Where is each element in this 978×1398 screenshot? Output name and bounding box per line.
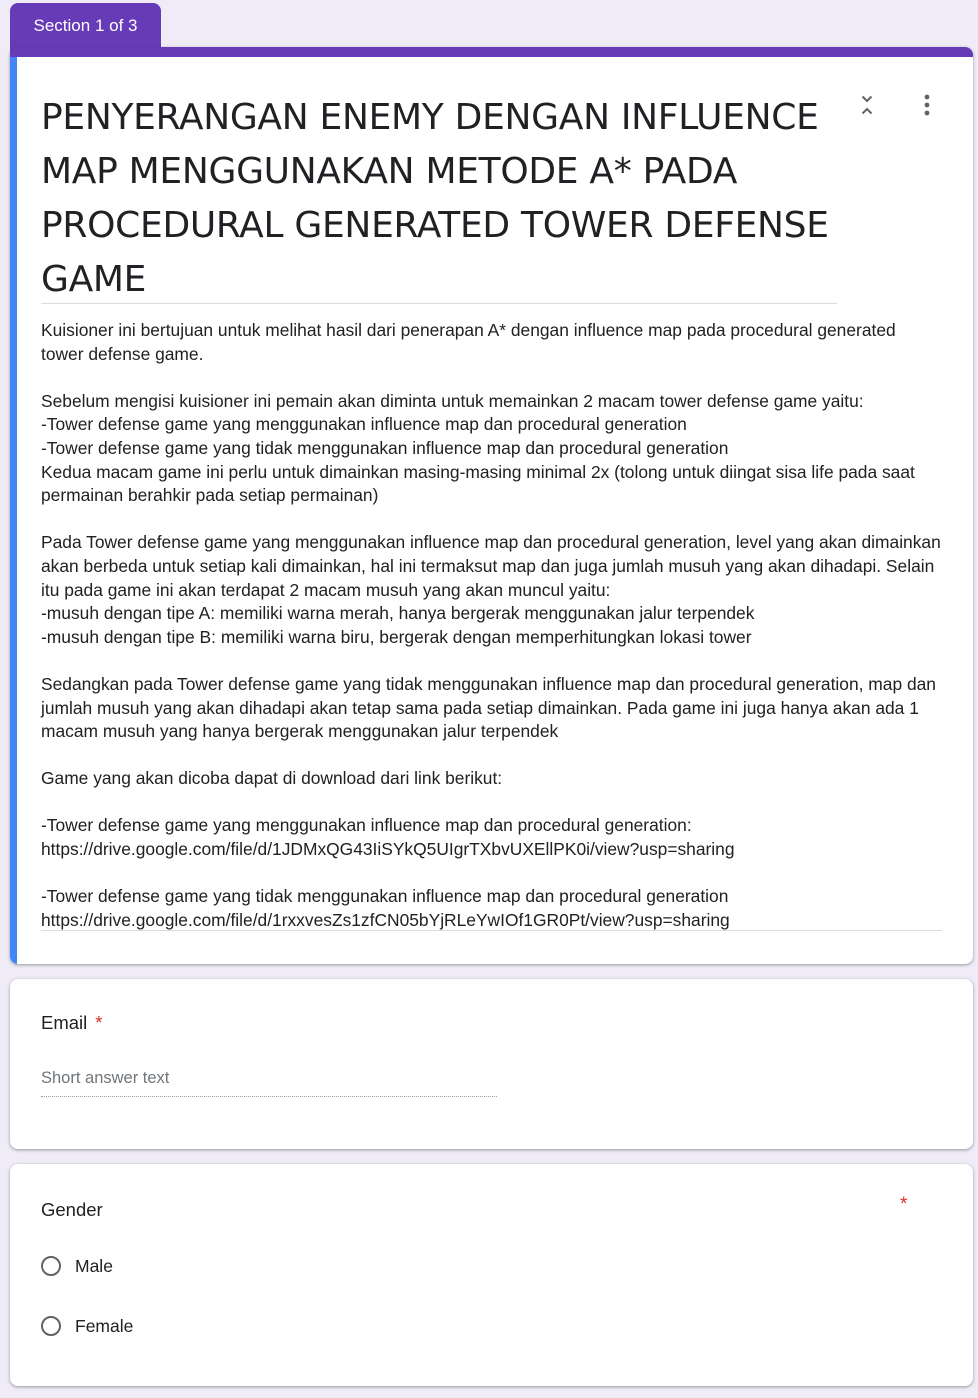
- gender-question-card[interactable]: Gender * Male Female: [10, 1164, 973, 1386]
- section-tab: Section 1 of 3: [10, 3, 161, 53]
- radio-option-label: Male: [75, 1255, 113, 1276]
- more-vert-icon[interactable]: [915, 93, 939, 117]
- form-description[interactable]: Kuisioner ini bertujuan untuk melihat ha…: [41, 319, 941, 932]
- radio-button-icon[interactable]: [41, 1256, 61, 1276]
- form-title[interactable]: PENYERANGAN ENEMY DENGAN INFLUENCE MAP M…: [41, 91, 841, 307]
- question-label: Email: [41, 1012, 88, 1033]
- short-answer-input[interactable]: Short answer text: [41, 1069, 497, 1097]
- radio-option-male[interactable]: Male: [41, 1252, 113, 1280]
- radio-option-label: Female: [75, 1315, 134, 1336]
- required-asterisk: *: [900, 1194, 908, 1215]
- focus-indicator-bar: [10, 57, 17, 964]
- question-title-email: Email *: [41, 1012, 102, 1034]
- required-asterisk: *: [95, 1012, 103, 1033]
- title-underline: [41, 303, 837, 304]
- radio-option-female[interactable]: Female: [41, 1312, 133, 1340]
- question-title-gender: Gender: [41, 1199, 103, 1220]
- description-underline: [41, 930, 942, 931]
- email-question-card[interactable]: Email * Short answer text: [10, 979, 973, 1149]
- radio-button-icon[interactable]: [41, 1316, 61, 1336]
- form-title-card[interactable]: PENYERANGAN ENEMY DENGAN INFLUENCE MAP M…: [10, 47, 973, 964]
- collapse-icon[interactable]: [855, 93, 879, 117]
